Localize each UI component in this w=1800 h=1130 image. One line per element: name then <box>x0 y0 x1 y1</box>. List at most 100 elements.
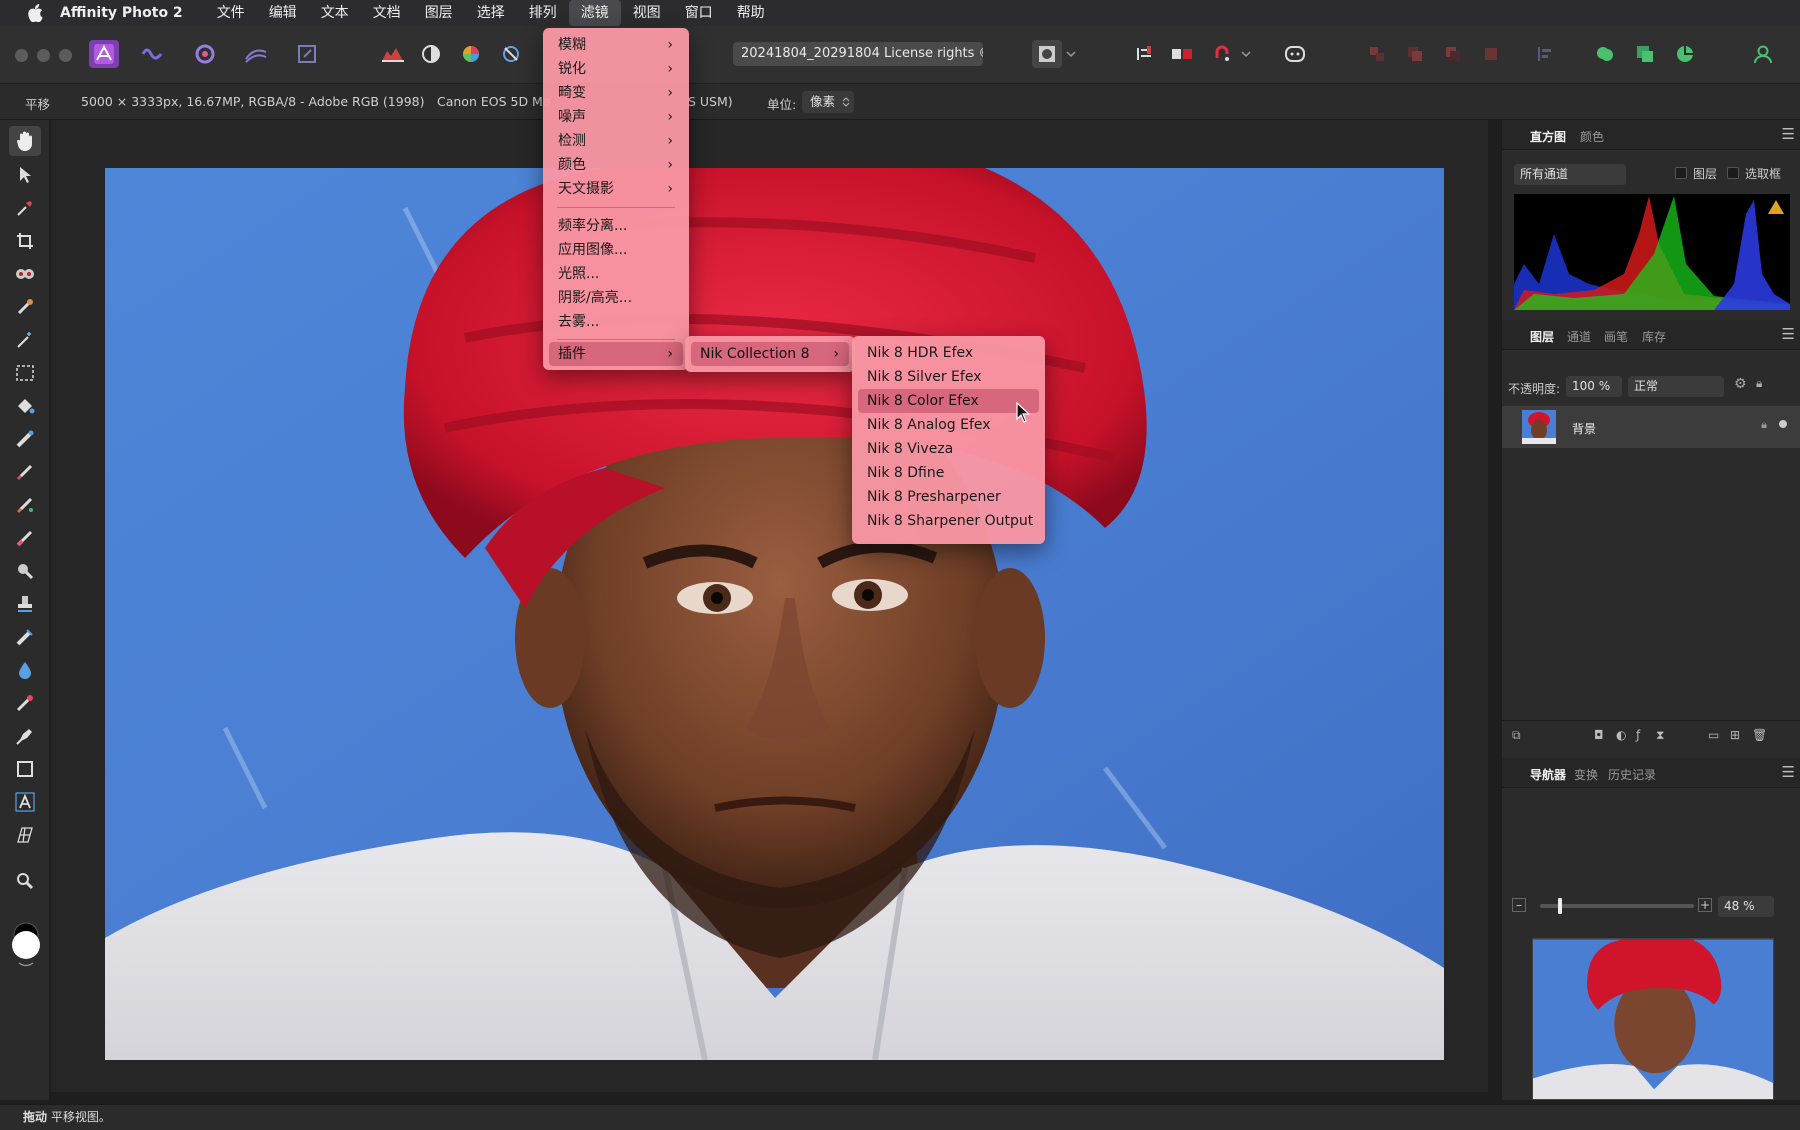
layer-row-background[interactable]: 背景 🔒︎ <box>1502 406 1800 448</box>
tab-histogram[interactable]: 直方图 <box>1530 128 1566 145</box>
lens-info[interactable]: S USM) <box>688 94 733 109</box>
snapping-icon[interactable] <box>1167 40 1197 68</box>
boolean-add-icon[interactable] <box>1590 40 1620 68</box>
menu-window[interactable]: 窗口 <box>673 0 725 26</box>
menu-item-detect[interactable]: 检测 › <box>549 129 683 153</box>
mesh-warp-icon[interactable] <box>9 820 41 850</box>
tab-brushes[interactable]: 画笔 <box>1604 328 1628 345</box>
boolean-subtract-icon[interactable] <box>1630 40 1660 68</box>
mixer-brush-icon[interactable] <box>9 490 41 520</box>
menu-item-plugins[interactable]: 插件 › <box>549 342 683 366</box>
menu-layer[interactable]: 图层 <box>413 0 465 26</box>
minimize-window-button[interactable] <box>37 49 50 62</box>
menu-file[interactable]: 文件 <box>205 0 257 26</box>
menu-item-distort[interactable]: 畸变 › <box>549 81 683 105</box>
chevron-down-icon[interactable] <box>1237 40 1255 68</box>
menu-document[interactable]: 文档 <box>361 0 413 26</box>
menu-item-sharpen[interactable]: 锐化 › <box>549 57 683 81</box>
color-picker-icon[interactable] <box>9 193 41 223</box>
chevron-down-icon[interactable] <box>1062 40 1080 68</box>
adjustment-icon[interactable]: ◐ <box>1616 728 1626 742</box>
mask-layer-icon[interactable]: ◘ <box>1594 728 1604 742</box>
magic-wand-icon[interactable] <box>9 325 41 355</box>
move-forward-icon[interactable] <box>1400 40 1430 68</box>
auto-color-icon[interactable] <box>456 40 486 68</box>
lock-icon[interactable]: 🔒︎ <box>1756 376 1762 391</box>
tab-transform[interactable]: 变换 <box>1574 766 1598 783</box>
menu-item-lighting[interactable]: 光照... <box>549 262 683 286</box>
document-photo[interactable] <box>105 168 1444 1060</box>
opacity-field[interactable]: 100 % <box>1566 376 1622 397</box>
gear-icon[interactable]: ⚙ <box>1734 376 1747 392</box>
menu-item-noise[interactable]: 噪声 › <box>549 105 683 129</box>
marquee-tool-icon[interactable] <box>9 358 41 388</box>
canvas-area[interactable] <box>51 120 1488 1092</box>
navigator-preview[interactable] <box>1532 938 1774 1100</box>
move-back-icon[interactable] <box>1362 40 1392 68</box>
erase-brush-icon[interactable] <box>9 523 41 553</box>
layer-options-icon[interactable]: ⧉ <box>1512 728 1521 743</box>
menu-item-haze-removal[interactable]: 去雾... <box>549 310 683 334</box>
hand-tool-icon[interactable] <box>9 126 41 156</box>
menu-text[interactable]: 文本 <box>309 0 361 26</box>
quick-mask-icon[interactable] <box>1032 40 1062 68</box>
menu-help[interactable]: 帮助 <box>725 0 777 26</box>
menu-item-shadows-highlights[interactable]: 阴影/高亮... <box>549 286 683 310</box>
menu-item-nik-presharpener[interactable]: Nik 8 Presharpener <box>858 485 1039 509</box>
panel-menu-icon[interactable]: ☰ <box>1782 125 1795 143</box>
smudge-tool-icon[interactable] <box>9 688 41 718</box>
text-tool-icon[interactable] <box>9 787 41 817</box>
trash-icon[interactable]: 🗑︎ <box>1752 728 1767 742</box>
app-name[interactable]: Affinity Photo 2 <box>60 5 183 21</box>
zoom-in-button[interactable]: + <box>1698 898 1712 912</box>
layer-visibility-icon[interactable] <box>1779 420 1787 428</box>
fill-tool-icon[interactable] <box>9 391 41 421</box>
live-filter-icon[interactable]: ⧗ <box>1656 728 1664 743</box>
menu-item-nik-silver-efex[interactable]: Nik 8 Silver Efex <box>858 365 1039 389</box>
menu-item-nik-color-efex[interactable]: Nik 8 Color Efex <box>858 389 1039 413</box>
apple-icon[interactable] <box>24 4 46 22</box>
panel-menu-icon[interactable]: ☰ <box>1782 325 1795 343</box>
move-tool-icon[interactable] <box>9 160 41 190</box>
zoom-tool-icon[interactable] <box>9 866 41 896</box>
selection-checkbox[interactable] <box>1727 167 1739 179</box>
unit-select[interactable]: 像素 <box>802 91 854 113</box>
develop-persona-icon[interactable] <box>190 40 220 68</box>
menu-item-nik-collection[interactable]: Nik Collection 8 › <box>691 342 849 366</box>
dodge-tool-icon[interactable] <box>9 556 41 586</box>
tab-navigator[interactable]: 导航器 <box>1530 766 1566 783</box>
tab-channels[interactable]: 通道 <box>1567 328 1591 345</box>
auto-white-balance-icon[interactable] <box>496 40 526 68</box>
layer-lock-icon[interactable]: 🔒︎ <box>1761 418 1767 432</box>
gradient-tool-icon[interactable] <box>9 424 41 454</box>
menu-item-nik-sharpener-output[interactable]: Nik 8 Sharpener Output <box>858 509 1039 533</box>
layer-checkbox[interactable] <box>1675 167 1687 179</box>
align-icon[interactable] <box>1130 40 1160 68</box>
menu-item-nik-analog-efex[interactable]: Nik 8 Analog Efex <box>858 413 1039 437</box>
tab-layers[interactable]: 图层 <box>1530 328 1554 345</box>
menu-item-frequency-separation[interactable]: 频率分离... <box>549 214 683 238</box>
zoom-out-button[interactable]: – <box>1512 898 1526 912</box>
panel-menu-icon[interactable]: ☰ <box>1782 763 1795 781</box>
menu-item-nik-viveza[interactable]: Nik 8 Viveza <box>858 437 1039 461</box>
arrange-front-icon[interactable] <box>1476 40 1506 68</box>
menu-select[interactable]: 选择 <box>465 0 517 26</box>
menu-edit[interactable]: 编辑 <box>257 0 309 26</box>
zoom-field[interactable]: 48 % <box>1718 896 1774 917</box>
tab-stock[interactable]: 库存 <box>1642 328 1666 345</box>
flood-select-icon[interactable] <box>9 292 41 322</box>
folder-icon[interactable]: ▭ <box>1708 728 1719 742</box>
levels-icon[interactable] <box>378 40 408 68</box>
channel-select[interactable]: 所有通道 <box>1514 164 1626 185</box>
menu-item-nik-dfine[interactable]: Nik 8 Dfine <box>858 461 1039 485</box>
tab-color[interactable]: 颜色 <box>1580 128 1604 145</box>
rectangle-tool-icon[interactable] <box>9 754 41 784</box>
menu-item-astrophotography[interactable]: 天文摄影 › <box>549 177 683 201</box>
magnet-icon[interactable] <box>1207 40 1237 68</box>
menu-item-apply-image[interactable]: 应用图像... <box>549 238 683 262</box>
image-info[interactable]: 5000 × 3333px, 16.67MP, RGBA/8 - Adobe R… <box>81 94 425 109</box>
photo-persona-icon[interactable] <box>89 40 119 68</box>
camera-info[interactable]: Canon EOS 5D Ma <box>437 94 551 109</box>
menu-view[interactable]: 视图 <box>621 0 673 26</box>
tab-history[interactable]: 历史记录 <box>1608 766 1656 783</box>
